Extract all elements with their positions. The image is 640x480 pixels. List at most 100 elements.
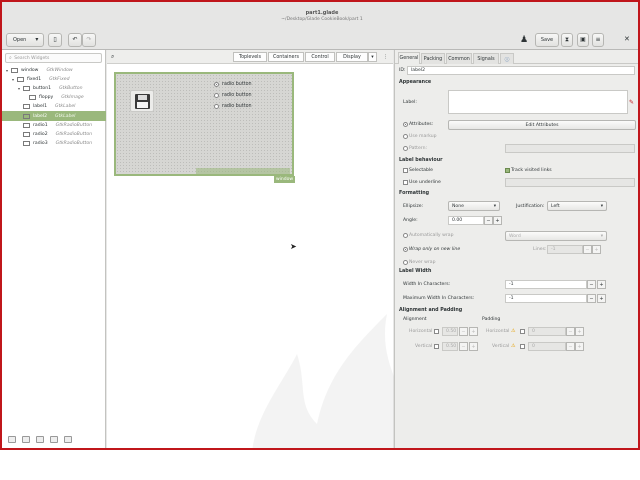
h-align-increment-button[interactable]: + — [469, 327, 478, 336]
palette-menu-button[interactable]: ⋮ — [381, 52, 390, 62]
radio1-preview[interactable]: radio button — [214, 82, 252, 87]
margin-edit-icon[interactable] — [36, 436, 44, 443]
expander-icon[interactable]: ▾ — [4, 68, 10, 73]
max-width-increment-button[interactable]: + — [597, 294, 606, 303]
max-width-field[interactable]: -1 — [505, 294, 587, 303]
h-pad-decrement-button[interactable]: − — [566, 327, 575, 336]
new-document-button[interactable]: ▯ — [48, 33, 62, 47]
v-align-increment-button[interactable]: + — [469, 342, 478, 351]
lines-increment-button[interactable]: + — [592, 245, 601, 254]
tree-row[interactable]: radio1 GtkRadioButton — [2, 121, 106, 130]
window-icon — [11, 68, 18, 74]
expander-icon[interactable]: ▾ — [16, 86, 22, 91]
wrap-mode-combo[interactable]: Word ▾ — [505, 231, 607, 241]
tab-toplevels[interactable]: Toplevels — [233, 52, 267, 62]
use-underline-checkbox[interactable] — [403, 180, 408, 185]
use-markup-radio[interactable] — [403, 134, 408, 139]
hourglass-button[interactable]: ⧗ — [561, 33, 573, 47]
v-align-decrement-button[interactable]: − — [459, 342, 468, 351]
window-preview[interactable]: radio button radio button radio button — [114, 72, 294, 176]
v-pad-field[interactable]: 0 — [528, 342, 566, 351]
auto-wrap-radio[interactable] — [403, 233, 408, 238]
tab-signals[interactable]: Signals — [473, 53, 499, 64]
h-pad-checkbox[interactable] — [520, 329, 525, 334]
angle-field[interactable]: 0.00 — [448, 216, 484, 225]
edit-attributes-button[interactable]: Edit Attributes — [448, 120, 636, 130]
tree-row[interactable]: label1 GtkLabel — [2, 102, 106, 111]
redo-button[interactable]: ↷ — [82, 33, 96, 47]
tree-row[interactable]: ▾ fixed1 GtkFixed — [2, 75, 106, 84]
save-button[interactable]: Save — [535, 33, 559, 47]
open-button[interactable]: Open ▾ — [6, 33, 44, 47]
tree-row[interactable]: radio2 GtkRadioButton — [2, 130, 106, 139]
use-underline-label: Use underline — [409, 180, 441, 185]
search-icon[interactable]: ⌕ — [111, 53, 114, 61]
v-pad-checkbox[interactable] — [520, 344, 525, 349]
h-align-decrement-button[interactable]: − — [459, 327, 468, 336]
lines-field[interactable]: -1 — [547, 245, 583, 254]
menu-button[interactable]: ≡ — [592, 33, 604, 47]
plus-icon: + — [471, 343, 476, 350]
v-align-value: 0.50 — [446, 344, 457, 349]
tab-display[interactable]: Display — [336, 52, 368, 62]
h-pad-increment-button[interactable]: + — [575, 327, 584, 336]
pattern-radio[interactable] — [403, 146, 408, 151]
edit-icon[interactable]: ✎ — [629, 99, 634, 106]
id-field[interactable]: label2 — [407, 66, 635, 75]
angle-decrement-button[interactable]: − — [484, 216, 493, 225]
drag-resize-icon[interactable] — [22, 436, 30, 443]
track-visited-checkbox[interactable] — [505, 168, 510, 173]
pattern-field[interactable] — [505, 144, 635, 153]
label2-preview[interactable] — [196, 168, 290, 174]
close-icon[interactable]: ✕ — [624, 35, 630, 43]
width-chars-decrement-button[interactable]: − — [587, 280, 596, 289]
padding-heading: Padding — [482, 317, 501, 322]
h-pad-label: Horizontal — [486, 329, 510, 334]
tab-control[interactable]: Control — [305, 52, 335, 62]
tree-row[interactable]: ▾ button1 GtkButton — [2, 84, 106, 93]
width-chars-field[interactable]: -1 — [505, 280, 587, 289]
v-align-field[interactable]: 0.50 — [442, 342, 458, 351]
radio3-preview[interactable]: radio button — [214, 104, 252, 109]
mnemonic-widget-field[interactable] — [505, 178, 635, 187]
label-behaviour-heading: Label behaviour — [399, 158, 443, 163]
search-widgets-input[interactable]: ⌕ Search Widgets — [5, 53, 102, 63]
tab-packing[interactable]: Packing — [421, 53, 445, 64]
tree-row[interactable]: ▾ window GtkWindow — [2, 66, 106, 75]
widget-properties-icon[interactable] — [64, 436, 72, 443]
tab-accessibility[interactable]: ⓘ — [500, 53, 514, 64]
preview-button[interactable]: ▣ — [577, 33, 589, 47]
select-icon[interactable] — [8, 436, 16, 443]
align-edit-icon[interactable] — [50, 436, 58, 443]
tree-row[interactable]: floppy GtkImage — [2, 93, 106, 102]
wrap-new-line-radio[interactable] — [403, 247, 408, 252]
selectable-checkbox[interactable] — [403, 168, 408, 173]
label-text-field[interactable] — [448, 90, 628, 114]
undo-button[interactable]: ↶ — [68, 33, 82, 47]
expander-icon[interactable]: ▾ — [10, 77, 16, 82]
lines-decrement-button[interactable]: − — [583, 245, 592, 254]
canvas[interactable]: radio button radio button radio button w… — [107, 64, 419, 448]
radio2-preview[interactable]: radio button — [214, 93, 252, 98]
tab-general[interactable]: General — [398, 52, 420, 64]
attributes-radio[interactable] — [403, 122, 408, 127]
tab-containers[interactable]: Containers — [268, 52, 304, 62]
tree-row[interactable]: radio3 GtkRadioButton — [2, 139, 106, 148]
tab-common[interactable]: Common — [446, 53, 472, 64]
v-pad-increment-button[interactable]: + — [575, 342, 584, 351]
width-chars-increment-button[interactable]: + — [597, 280, 606, 289]
justification-combo[interactable]: Left ▾ — [547, 201, 607, 211]
widget-type: GtkRadioButton — [55, 131, 93, 137]
button1-preview[interactable] — [130, 90, 154, 112]
ellipsize-combo[interactable]: None ▾ — [448, 201, 500, 211]
h-pad-field[interactable]: 0 — [528, 327, 566, 336]
max-width-decrement-button[interactable]: − — [587, 294, 596, 303]
never-wrap-radio[interactable] — [403, 260, 408, 265]
palette-more-button[interactable]: ▾ — [368, 52, 377, 62]
v-pad-decrement-button[interactable]: − — [566, 342, 575, 351]
tree-row[interactable]: label2 GtkLabel — [2, 111, 106, 121]
h-align-field[interactable]: 0.50 — [442, 327, 458, 336]
v-align-checkbox[interactable] — [434, 344, 439, 349]
angle-increment-button[interactable]: + — [493, 216, 502, 225]
h-align-checkbox[interactable] — [434, 329, 439, 334]
